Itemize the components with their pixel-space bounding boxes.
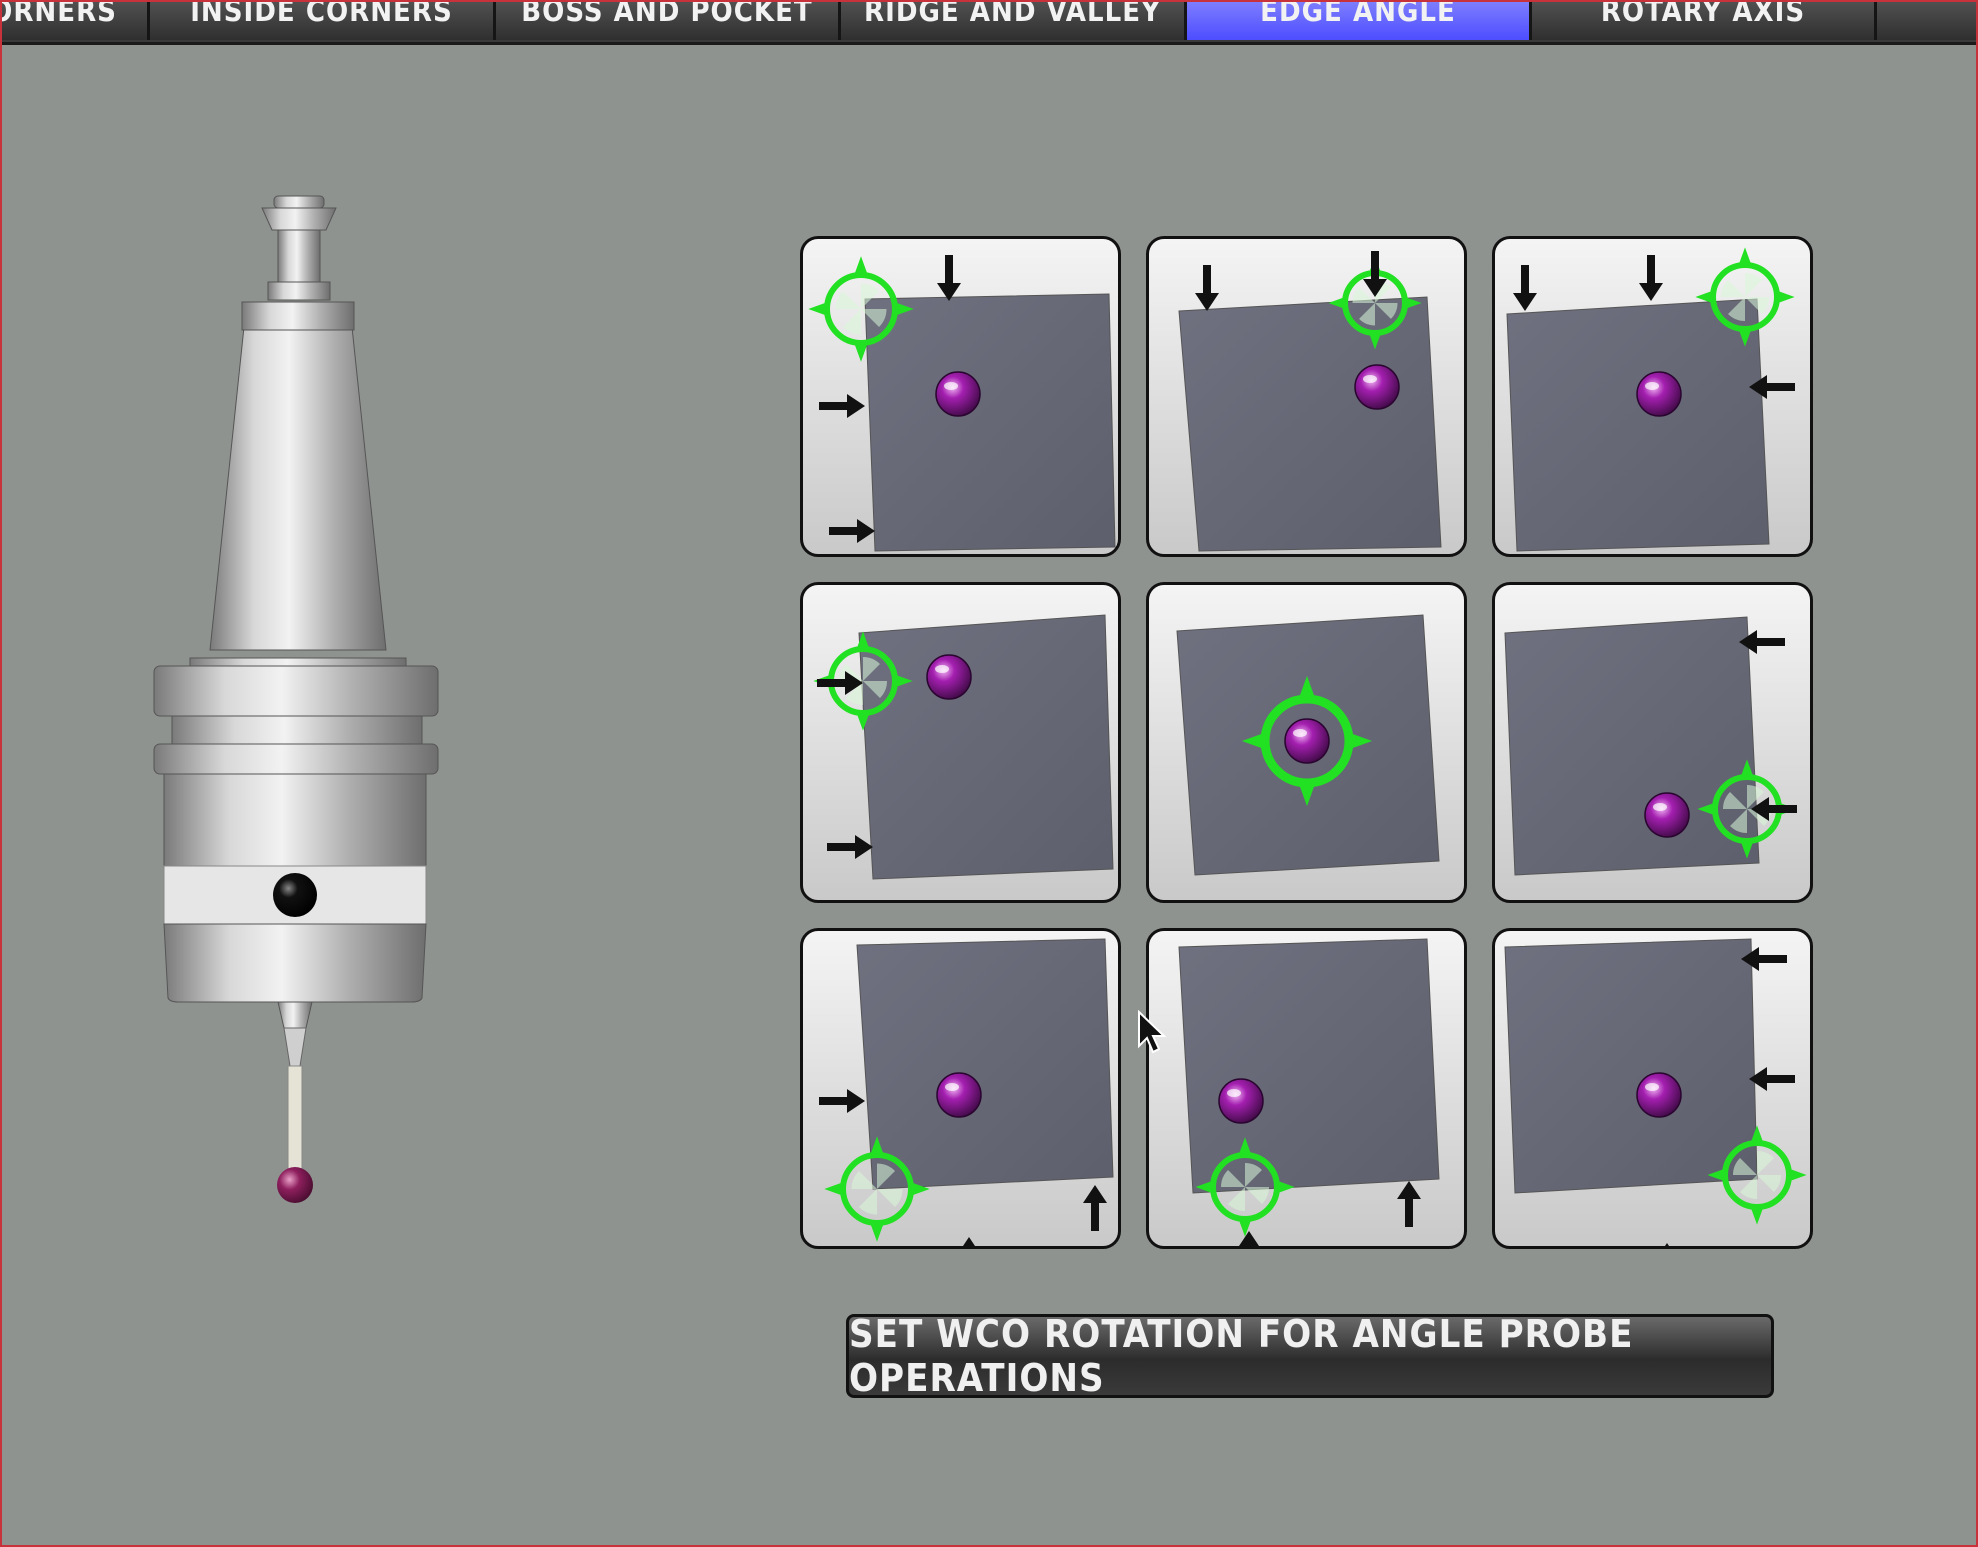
- arrow-right-icon: [829, 519, 875, 543]
- set-wco-rotation-button[interactable]: SET WCO ROTATION FOR ANGLE PROBE OPERATI…: [846, 1312, 1774, 1400]
- workpiece-plate: [1504, 616, 1760, 876]
- arrow-up-icon: [1397, 1181, 1421, 1227]
- workpiece-plate: [1178, 296, 1442, 552]
- arrow-down-icon: [1639, 255, 1663, 301]
- tab-corners[interactable]: CORNERS: [0, 0, 150, 40]
- left-edge-angle-button[interactable]: [800, 582, 1121, 903]
- arrow-down-icon: [937, 255, 961, 301]
- tab-rotary-axis[interactable]: ROTARY AXIS: [1532, 0, 1877, 40]
- probe-ball-icon: [1284, 718, 1330, 764]
- workpiece-plate: [1504, 938, 1758, 1194]
- workpiece-plate: [1178, 938, 1440, 1194]
- arrow-up-icon: [1083, 1185, 1107, 1231]
- tab-boss-and-pocket[interactable]: BOSS AND POCKET: [496, 0, 841, 40]
- arrow-right-icon: [819, 394, 865, 418]
- arrow-down-icon: [1195, 265, 1219, 311]
- probe-ball-icon: [1354, 364, 1400, 410]
- probe-ball-icon: [936, 1072, 982, 1118]
- touch-probe-icon: [150, 190, 450, 1254]
- arrow-left-icon: [1749, 1067, 1795, 1091]
- probe-ball-icon: [1636, 371, 1682, 417]
- tab-ridge-and-valley[interactable]: RIDGE AND VALLEY: [841, 0, 1187, 40]
- workpiece-plate: [856, 938, 1114, 1190]
- arrow-right-icon: [827, 835, 873, 859]
- arrow-up-icon: [1239, 1231, 1259, 1246]
- workpiece-plate: [1506, 298, 1770, 552]
- bottom-left-corner-angle-button[interactable]: [800, 928, 1121, 1249]
- workpiece-plate: [858, 614, 1114, 880]
- bottom-right-corner-angle-button[interactable]: [1492, 928, 1813, 1249]
- probe-ball-icon: [926, 654, 972, 700]
- arrow-right-icon: [819, 1089, 865, 1113]
- arrow-up-icon: [1665, 1243, 1669, 1246]
- tab-edge-angle[interactable]: EDGE ANGLE: [1187, 0, 1532, 40]
- tab-more[interactable]: [1877, 0, 1978, 40]
- right-edge-angle-button[interactable]: [1492, 582, 1813, 903]
- tab-bar: CORNERS INSIDE CORNERS BOSS AND POCKET R…: [0, 0, 1978, 45]
- probe-ball-icon: [1218, 1078, 1264, 1124]
- bottom-edge-angle-button[interactable]: [1146, 928, 1467, 1249]
- probe-ball-icon: [1636, 1072, 1682, 1118]
- workpiece-plate: [864, 293, 1116, 552]
- arrow-down-icon: [1513, 265, 1537, 311]
- top-left-corner-angle-button[interactable]: [800, 236, 1121, 557]
- probe-ball-icon: [1644, 792, 1690, 838]
- top-right-corner-angle-button[interactable]: [1146, 236, 1467, 557]
- center-angle-button[interactable]: [1146, 582, 1467, 903]
- arrow-up-icon: [963, 1237, 975, 1246]
- probe-ball-icon: [935, 371, 981, 417]
- top-edge-right-angle-button[interactable]: [1492, 236, 1813, 557]
- tab-inside-corners[interactable]: INSIDE CORNERS: [150, 0, 496, 40]
- mouse-cursor-icon: [1137, 1009, 1167, 1060]
